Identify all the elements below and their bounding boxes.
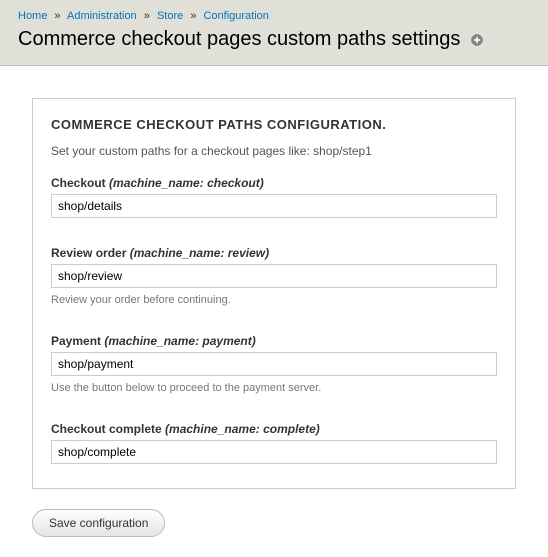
content-region: COMMERCE CHECKOUT PATHS CONFIGURATION. S… — [0, 66, 548, 499]
breadcrumb-home[interactable]: Home — [18, 10, 47, 22]
field-payment: Payment (machine_name: payment) Use the … — [51, 334, 497, 394]
checkout-input[interactable] — [51, 194, 497, 218]
actions-region: Save configuration — [0, 499, 548, 557]
field-complete: Checkout complete (machine_name: complet… — [51, 422, 497, 464]
field-label: Checkout complete (machine_name: complet… — [51, 422, 497, 436]
field-machine-name: (machine_name: payment) — [104, 334, 255, 348]
breadcrumb-sep: » — [54, 10, 60, 22]
field-review: Review order (machine_name: review) Revi… — [51, 246, 497, 306]
field-label: Payment (machine_name: payment) — [51, 334, 497, 348]
field-label: Checkout (machine_name: checkout) — [51, 176, 497, 190]
field-label-text: Payment — [51, 334, 101, 348]
complete-input[interactable] — [51, 440, 497, 464]
save-button[interactable]: Save configuration — [32, 509, 165, 537]
breadcrumb: Home » Administration » Store » Configur… — [18, 10, 530, 22]
field-label-text: Checkout — [51, 176, 106, 190]
breadcrumb-admin[interactable]: Administration — [67, 10, 137, 22]
config-panel: COMMERCE CHECKOUT PATHS CONFIGURATION. S… — [32, 98, 516, 489]
plus-icon[interactable] — [470, 33, 484, 47]
breadcrumb-sep: » — [144, 10, 150, 22]
field-hint: Use the button below to proceed to the p… — [51, 382, 497, 394]
panel-title: COMMERCE CHECKOUT PATHS CONFIGURATION. — [51, 117, 497, 132]
breadcrumb-sep: » — [190, 10, 196, 22]
panel-description: Set your custom paths for a checkout pag… — [51, 144, 497, 158]
payment-input[interactable] — [51, 352, 497, 376]
field-checkout: Checkout (machine_name: checkout) — [51, 176, 497, 218]
field-machine-name: (machine_name: review) — [130, 246, 269, 260]
field-label-text: Review order — [51, 246, 126, 260]
breadcrumb-config[interactable]: Configuration — [203, 10, 268, 22]
field-machine-name: (machine_name: checkout) — [109, 176, 264, 190]
field-label: Review order (machine_name: review) — [51, 246, 497, 260]
header-region: Home » Administration » Store » Configur… — [0, 0, 548, 66]
field-label-text: Checkout complete — [51, 422, 162, 436]
page-title: Commerce checkout pages custom paths set… — [18, 28, 460, 51]
breadcrumb-store[interactable]: Store — [157, 10, 183, 22]
field-hint: Review your order before continuing. — [51, 294, 497, 306]
review-input[interactable] — [51, 264, 497, 288]
field-machine-name: (machine_name: complete) — [165, 422, 320, 436]
